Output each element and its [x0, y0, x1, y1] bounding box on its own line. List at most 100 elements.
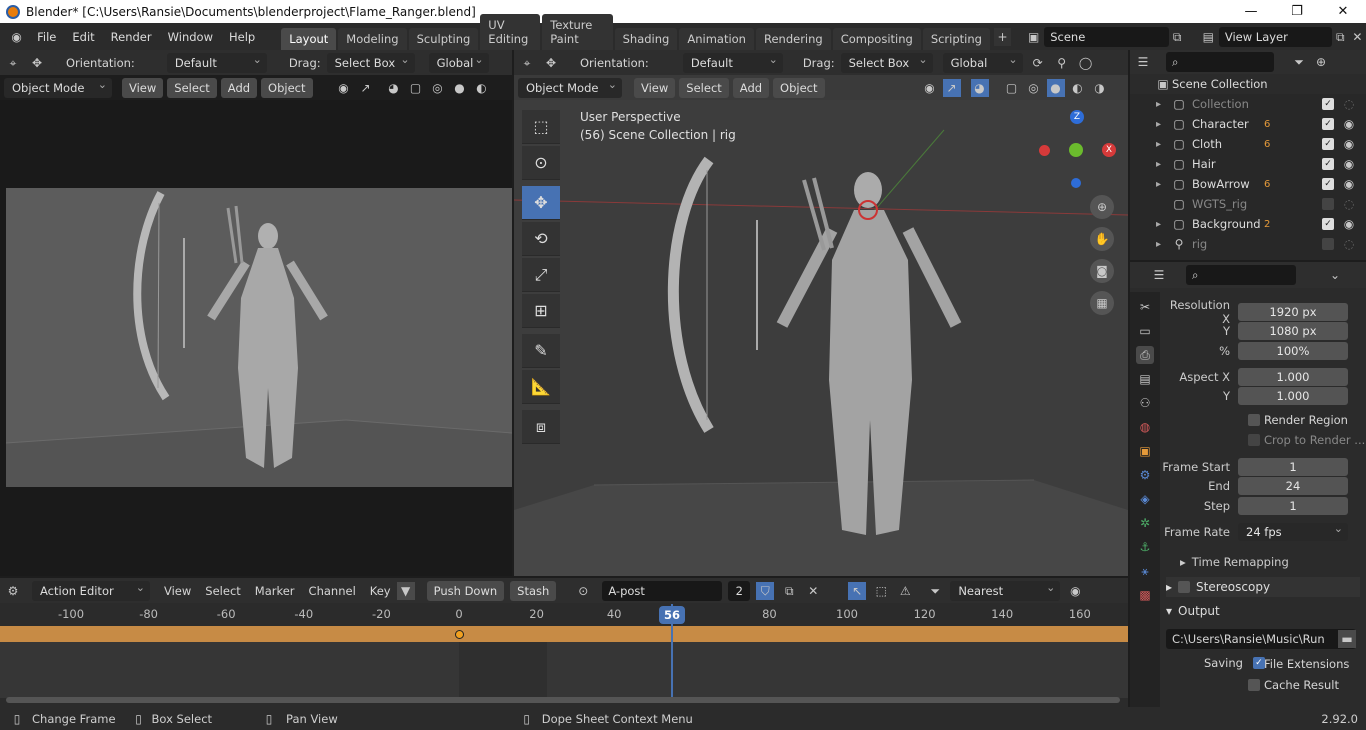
blender-menu-icon[interactable]: ◉ — [8, 28, 25, 46]
new-collection-icon[interactable]: ⊕ — [1312, 53, 1330, 71]
aspect-x-field[interactable]: 1.000 — [1238, 367, 1348, 386]
wireframe-shading-icon[interactable]: ◎ — [429, 79, 447, 97]
stereoscopy-panel[interactable]: Stereoscopy — [1196, 580, 1270, 594]
tab-uv-editing[interactable]: UV Editing — [480, 14, 541, 50]
overlay-icon[interactable]: ◕ — [970, 78, 989, 97]
view-menu[interactable]: View — [122, 77, 164, 98]
drag-dropdown[interactable]: Select Box — [840, 50, 933, 73]
visibility-eye-icon[interactable]: ◉ — [1340, 135, 1358, 153]
snap-icon[interactable]: ⚲ — [1053, 54, 1071, 72]
tab-rendering[interactable]: Rendering — [755, 28, 831, 50]
proportional-edit-icon[interactable]: ◉ — [1066, 582, 1084, 600]
render-tab-icon[interactable]: ▭ — [1136, 322, 1154, 340]
minimize-button[interactable]: — — [1228, 0, 1274, 23]
keyframe-marker[interactable] — [455, 630, 464, 639]
marker-menu[interactable]: Marker — [255, 584, 295, 598]
transform-orientation-dropdown[interactable]: Global — [428, 50, 489, 73]
gizmo-neg-x[interactable] — [1039, 145, 1050, 156]
add-menu[interactable]: Add — [220, 77, 258, 98]
output-panel[interactable]: Output — [1178, 604, 1220, 618]
solid-shading-icon[interactable]: ● — [451, 79, 469, 97]
rotate-tool-icon[interactable]: ⟲ — [522, 222, 560, 256]
xray-icon[interactable]: ▢ — [407, 79, 425, 97]
output-path-input[interactable]: C:\Users\Ransie\Music\Run — [1172, 632, 1338, 646]
action-name-field[interactable]: A-post — [602, 580, 723, 601]
action-browse-icon[interactable]: ⊙ — [574, 582, 592, 600]
frame-step-field[interactable]: 1 — [1238, 496, 1348, 515]
unlink-action-icon[interactable]: ✕ — [804, 582, 822, 600]
world-tab-icon[interactable]: ◍ — [1136, 418, 1154, 436]
gizmo-icon[interactable]: ↗ — [357, 79, 375, 97]
outliner-item[interactable]: ▸ ▢ Hair ✓ ◉ — [1130, 154, 1366, 174]
channel-menu[interactable]: Channel — [309, 584, 356, 598]
outliner-item[interactable]: ▢ WGTS_rig ◌ — [1130, 194, 1366, 214]
transform-tool-icon[interactable]: ⊞ — [522, 294, 560, 328]
remove-view-layer-icon[interactable]: ✕ — [1349, 28, 1366, 46]
mode-dropdown[interactable]: Object Mode — [518, 75, 622, 98]
zoom-icon[interactable]: ⊕ — [1090, 195, 1114, 219]
orientation-dropdown[interactable]: Default — [682, 50, 783, 73]
menu-file[interactable]: File — [29, 30, 64, 44]
menu-window[interactable]: Window — [160, 30, 221, 44]
exclude-checkbox[interactable]: ✓ — [1322, 178, 1334, 190]
crop-checkbox[interactable] — [1248, 434, 1260, 446]
gizmo-z-axis[interactable]: Z — [1070, 110, 1084, 124]
outliner-item[interactable]: ▸ ▢ Cloth 6 ✓ ◉ — [1130, 134, 1366, 154]
view-menu[interactable]: View — [634, 77, 676, 98]
visibility-eye-icon[interactable]: ◉ — [1340, 175, 1358, 193]
action-users-count[interactable]: 2 — [728, 580, 751, 601]
solid-shading-icon[interactable]: ● — [1046, 78, 1065, 97]
select-menu[interactable]: Select — [205, 584, 240, 598]
folder-icon[interactable]: ▬ — [1338, 630, 1356, 648]
stereoscopy-checkbox[interactable] — [1178, 581, 1191, 593]
scene-tab-icon[interactable]: ⚇ — [1136, 394, 1154, 412]
properties-editor-icon[interactable]: ☰ — [1150, 266, 1168, 284]
wireframe-shading-icon[interactable]: ◎ — [1025, 79, 1043, 97]
tab-scripting[interactable]: Scripting — [922, 28, 990, 50]
object-menu[interactable]: Object — [261, 77, 313, 98]
tab-animation[interactable]: Animation — [679, 28, 754, 50]
push-down-button[interactable]: Push Down — [426, 580, 505, 601]
menu-edit[interactable]: Edit — [64, 30, 102, 44]
outliner-item[interactable]: ▸ ▢ Collection ✓ ◌ — [1130, 94, 1366, 114]
key-menu[interactable]: Key — [370, 584, 391, 598]
output-tab-icon[interactable]: ⎙ — [1136, 346, 1154, 364]
tab-texture-paint[interactable]: Texture Paint — [542, 14, 613, 50]
outliner-item[interactable]: ▸ ▢ BowArrow 6 ✓ ◉ — [1130, 174, 1366, 194]
pan-hand-icon[interactable]: ✋ — [1090, 227, 1114, 251]
camera-view-icon[interactable]: ◙ — [1090, 259, 1114, 283]
visibility-icon[interactable]: ◉ — [335, 79, 353, 97]
filter-icon[interactable]: ⏷ — [1290, 53, 1308, 71]
particles-tab-icon[interactable]: ◈ — [1136, 490, 1154, 508]
errors-only-icon[interactable]: ⚠ — [896, 582, 914, 600]
frame-rate-dropdown[interactable]: 24 fps — [1238, 520, 1348, 541]
physics-tab-icon[interactable]: ✲ — [1136, 514, 1154, 532]
editor-type-icon[interactable]: ⌖ — [4, 54, 22, 72]
gizmo-y-axis[interactable] — [1069, 143, 1083, 157]
visibility-eye-icon[interactable]: ◉ — [1340, 115, 1358, 133]
expand-arrow-icon[interactable]: ▸ — [1156, 99, 1170, 110]
exclude-checkbox[interactable]: ✓ — [1322, 118, 1334, 130]
filter-icon[interactable]: ⏷ — [926, 582, 944, 600]
new-view-layer-icon[interactable]: ⧉ — [1332, 28, 1349, 46]
key-dropdown-icon[interactable]: ▼ — [396, 581, 415, 600]
view-layer-tab-icon[interactable]: ▤ — [1136, 370, 1154, 388]
show-hidden-icon[interactable]: ⬚ — [872, 582, 890, 600]
close-button[interactable]: ✕ — [1320, 0, 1366, 23]
add-cube-tool-icon[interactable]: ⧈ — [522, 410, 560, 444]
maximize-button[interactable]: ❐ — [1274, 0, 1320, 23]
gizmo-x-axis[interactable]: X — [1102, 143, 1116, 157]
outliner-item[interactable]: ▸ ▢ Background 2 ✓ ◉ — [1130, 214, 1366, 234]
mode-dropdown[interactable]: Object Mode — [4, 75, 112, 98]
expand-arrow-icon[interactable]: ▸ — [1156, 219, 1170, 230]
new-scene-icon[interactable]: ⧉ — [1169, 28, 1186, 46]
current-frame-indicator[interactable]: 56 — [659, 606, 685, 624]
material-shading-icon[interactable]: ◐ — [473, 79, 491, 97]
modifier-tab-icon[interactable]: ⚙ — [1136, 466, 1154, 484]
editor-type-icon[interactable]: ⌖ — [518, 54, 536, 72]
measure-tool-icon[interactable]: 📐 — [522, 370, 560, 404]
view-menu[interactable]: View — [164, 584, 191, 598]
object-tab-icon[interactable]: ▣ — [1136, 442, 1154, 460]
move-tool-icon[interactable]: ✥ — [542, 54, 560, 72]
proportional-edit-icon[interactable]: ◯ — [1077, 54, 1095, 72]
